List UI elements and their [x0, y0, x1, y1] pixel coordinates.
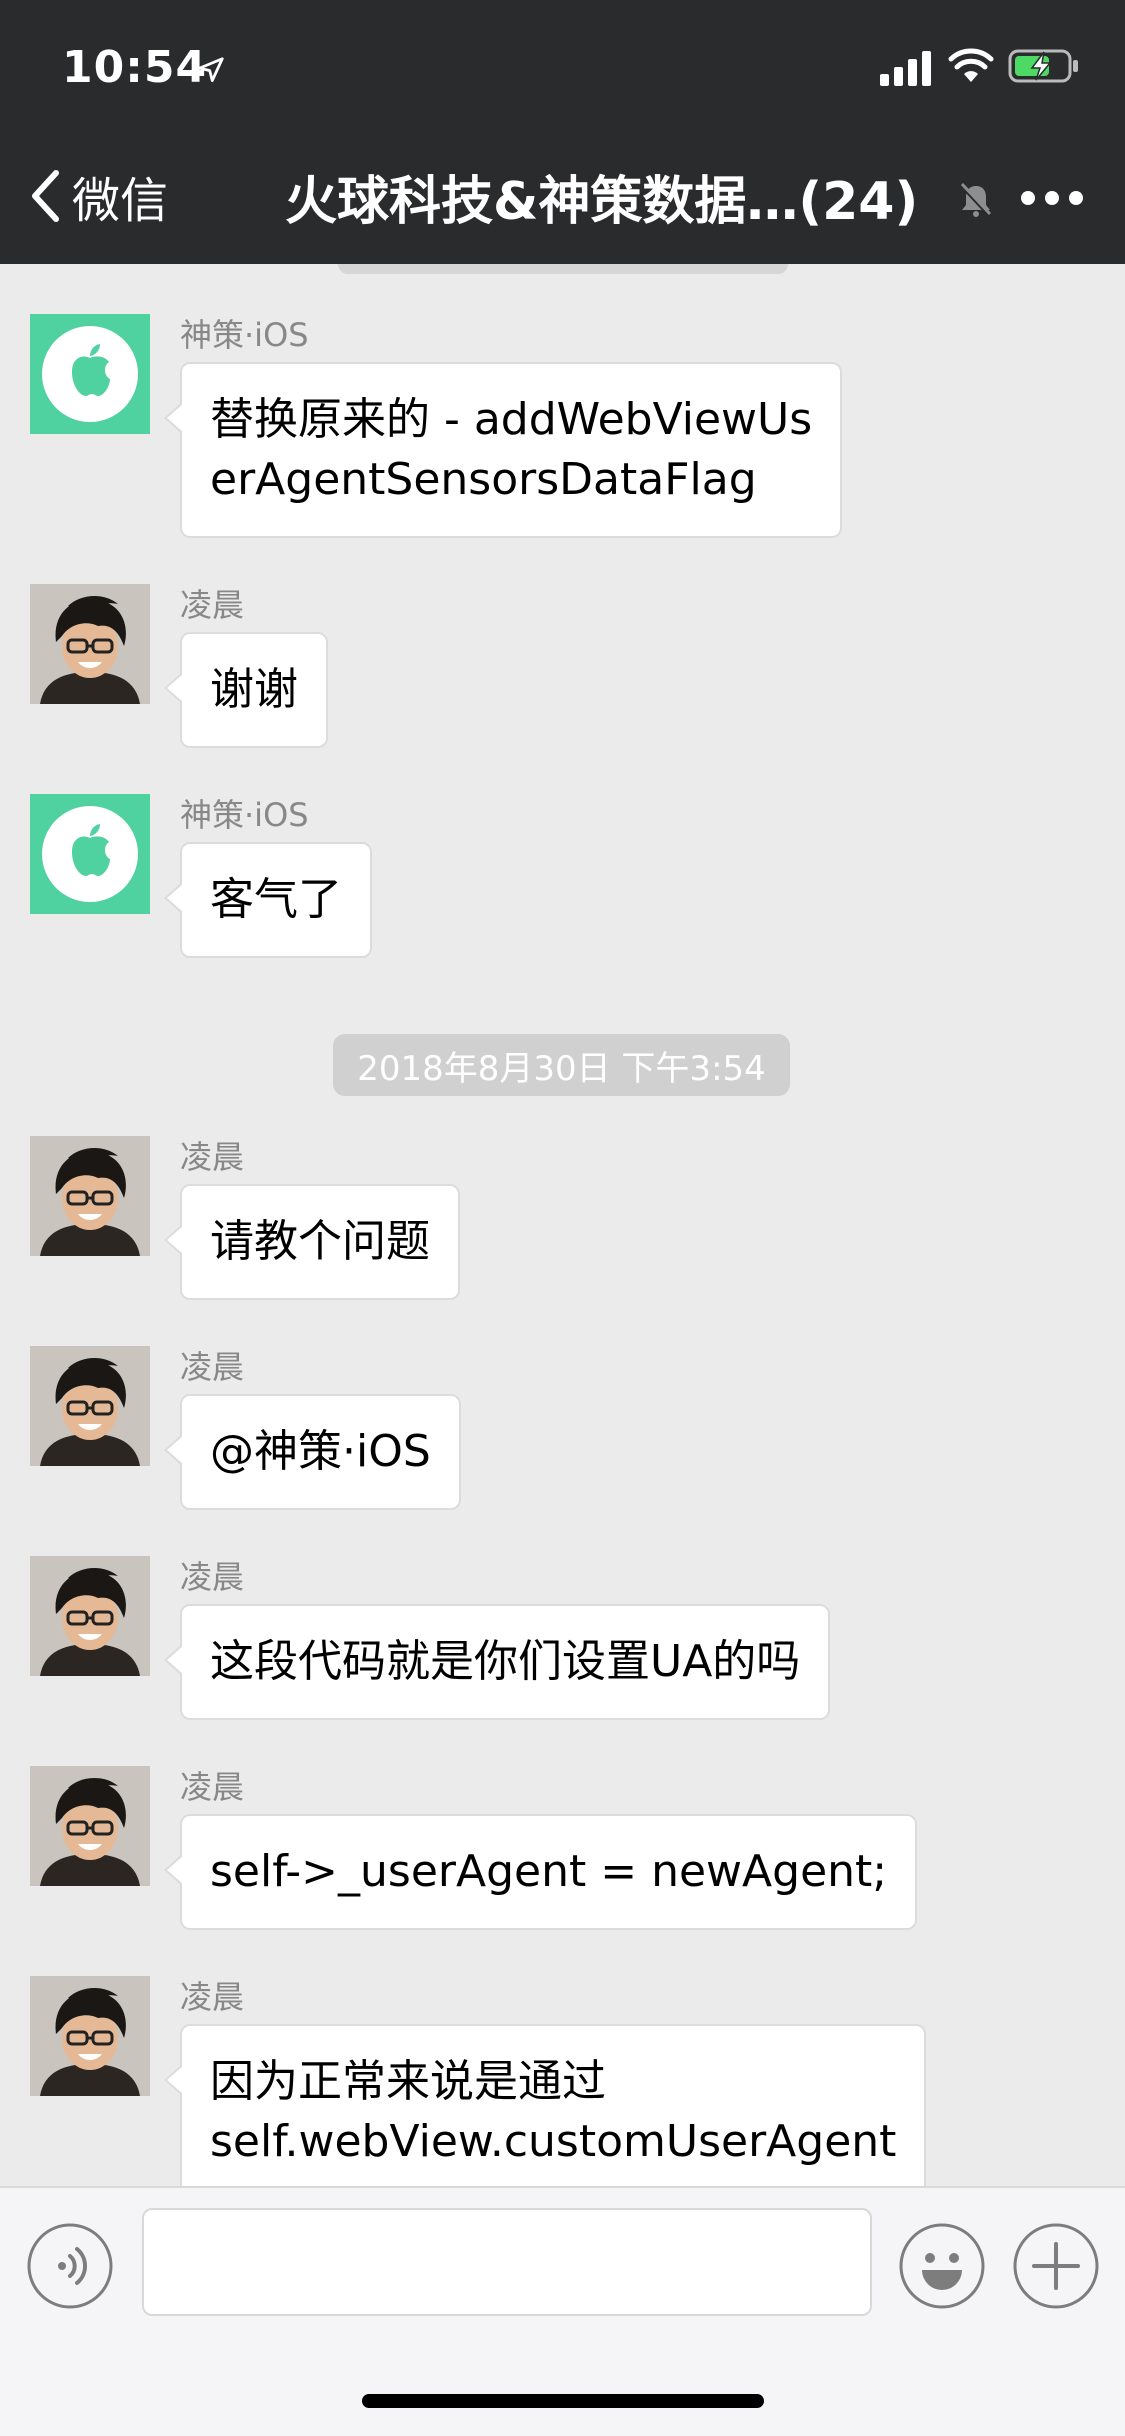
plus-icon[interactable]: [1012, 2222, 1100, 2310]
user-photo-avatar[interactable]: [30, 1346, 150, 1466]
back-button[interactable]: 微信: [28, 160, 168, 232]
apple-logo-avatar[interactable]: [30, 314, 150, 434]
user-photo-avatar[interactable]: [30, 1556, 150, 1676]
message-bubble[interactable]: @神策·iOS: [164, 1394, 461, 1510]
message-bubble[interactable]: self->_userAgent = newAgent;: [163, 1814, 918, 1930]
back-label: 微信: [72, 173, 169, 229]
message-bubble[interactable]: 替换原来的 - addWebViewUs erAgentSensorsDataF…: [163, 362, 843, 538]
chevron-left-icon: [32, 170, 59, 222]
message-bubble[interactable]: 谢谢: [164, 632, 328, 748]
sender-name: 凌晨: [180, 1348, 245, 1386]
user-photo-avatar[interactable]: [30, 584, 150, 704]
battery-charging-icon: [1008, 49, 1078, 83]
home-indicator[interactable]: [362, 2394, 764, 2408]
status-time: 10:54: [62, 42, 208, 93]
top-bar: 10:54 微信 火球科技&神策数据…(24): [0, 0, 1125, 264]
message-text-line: self->_userAgent = newAgent;: [210, 1846, 888, 1897]
message-text-line: 因为正常来说是通过: [210, 2056, 606, 2107]
sender-name: 凌晨: [180, 1978, 245, 2016]
apple-logo-avatar[interactable]: [30, 794, 150, 914]
partial-timestamp: [338, 264, 788, 274]
message-text-line: erAgentSensorsDataFlag: [210, 454, 757, 505]
chat-area[interactable]: 神策·iOS 替换原来的 - addWebViewUs erAgentSenso…: [0, 264, 1125, 2186]
message-text-line: 请教个问题: [210, 1216, 430, 1267]
message-text-line: @神策·iOS: [210, 1426, 431, 1477]
message-text-line: 替换原来的 - addWebViewUs: [210, 394, 813, 445]
cellular-signal-icon: [880, 51, 931, 86]
message-bubble[interactable]: 因为正常来说是通过 self.webView.customUserAgent: [163, 2024, 927, 2186]
message-text-line: 这段代码就是你们设置UA的吗: [210, 1636, 801, 1687]
user-photo-avatar[interactable]: [30, 1136, 150, 1256]
sender-name: 神策·iOS: [180, 316, 309, 354]
message-bubble[interactable]: 这段代码就是你们设置UA的吗: [163, 1604, 831, 1720]
location-arrow-icon: [198, 57, 224, 82]
user-photo-avatar[interactable]: [30, 1766, 150, 1886]
chat-timestamp: 2018年8月30日 下午3:54: [333, 1034, 790, 1096]
muted-bell-icon: [960, 182, 992, 218]
sender-name: 凌晨: [180, 586, 245, 624]
sender-name: 凌晨: [180, 1768, 245, 1806]
wifi-icon: [948, 48, 994, 82]
sender-name: 凌晨: [180, 1558, 245, 1596]
sender-name: 凌晨: [180, 1138, 245, 1176]
message-input[interactable]: [142, 2208, 872, 2316]
message-text-line: self.webView.customUserAgent: [210, 2116, 897, 2167]
voice-input-icon[interactable]: [26, 2222, 114, 2310]
sender-name: 神策·iOS: [180, 796, 309, 834]
emoji-icon[interactable]: [898, 2222, 986, 2310]
message-text-line: 客气了: [210, 874, 342, 925]
user-photo-avatar[interactable]: [30, 1976, 150, 2096]
message-bubble[interactable]: 客气了: [164, 842, 372, 958]
message-text-line: 谢谢: [210, 664, 298, 715]
more-options-icon[interactable]: [1016, 178, 1088, 218]
message-bubble[interactable]: 请教个问题: [164, 1184, 460, 1300]
chat-title: 火球科技&神策数据…(24): [285, 171, 919, 232]
